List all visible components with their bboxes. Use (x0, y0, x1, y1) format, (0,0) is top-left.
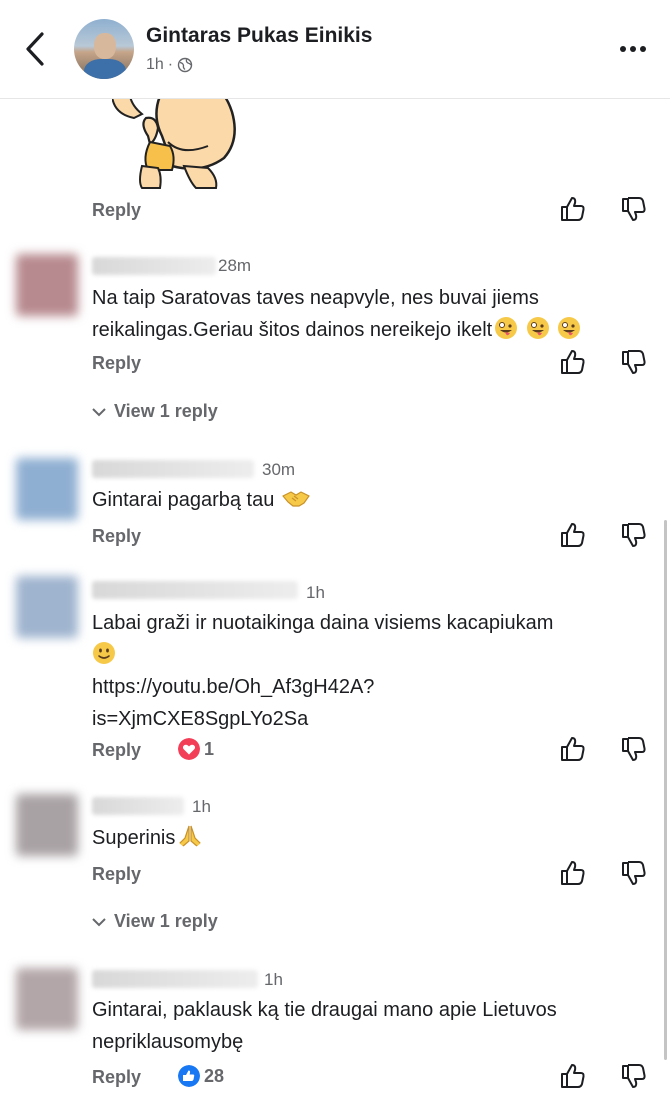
meta-separator: · (167, 56, 174, 73)
reply-button[interactable]: Reply (92, 526, 141, 547)
thumbs-up-icon[interactable] (560, 860, 586, 886)
comment-time: 1h (192, 797, 211, 816)
commenter-name-redacted[interactable] (92, 460, 254, 478)
thumbs-up-icon[interactable] (560, 522, 586, 548)
commenter-avatar[interactable] (16, 254, 78, 316)
comment-time: 30m (262, 460, 296, 479)
comment-text: Na taip Saratovas taves neapvyle, nes bu… (92, 282, 647, 346)
reply-button[interactable]: Reply (92, 200, 141, 221)
comment-text: Superinis (92, 822, 647, 854)
reply-button[interactable]: Reply (92, 864, 141, 885)
view-replies-label: View 1 reply (114, 401, 218, 421)
thumbs-up-icon[interactable] (560, 736, 586, 762)
comment-text: Labai graži ir nuotaikinga daina visiems… (92, 607, 647, 735)
love-reaction-icon (178, 738, 200, 760)
commenter-name-redacted[interactable] (92, 797, 184, 815)
view-replies-button[interactable]: View 1 reply (92, 911, 218, 932)
handshake-emoji-icon (281, 491, 310, 507)
author-name[interactable]: Gintaras Pukas Einikis (146, 24, 372, 48)
thumbs-down-icon[interactable] (621, 522, 647, 548)
post-header: Gintaras Pukas Einikis 1h · (0, 0, 670, 99)
comment-time: 1h (264, 970, 283, 989)
comment-body: Labai graži ir nuotaikinga daina visiems… (92, 612, 554, 634)
chevron-down-icon (92, 407, 106, 416)
globe-icon (177, 57, 193, 73)
commenter-avatar[interactable] (16, 968, 78, 1030)
comment-time: 1h (306, 583, 325, 602)
thumbs-down-icon[interactable] (621, 860, 647, 886)
thumbs-down-icon[interactable] (621, 1063, 647, 1089)
reply-button[interactable]: Reply (92, 1067, 141, 1088)
thumbs-down-icon[interactable] (621, 349, 647, 375)
comment-text: Gintarai pagarbą tau (92, 484, 647, 516)
zany-face-emoji-icon (495, 317, 518, 339)
like-reaction-icon (178, 1065, 200, 1087)
post-meta: 1h · (146, 56, 193, 74)
comment-body: Gintarai pagarbą tau (92, 489, 275, 511)
author-avatar[interactable] (74, 19, 134, 79)
youtube-link-continued[interactable]: is=XjmCXE8SgpLYo2Sa (92, 703, 647, 735)
commenter-avatar[interactable] (16, 794, 78, 856)
commenter-name-redacted[interactable] (92, 581, 298, 599)
thumbs-down-icon[interactable] (621, 196, 647, 222)
reply-button[interactable]: Reply (92, 353, 141, 374)
zany-face-emoji-icon (558, 317, 581, 339)
reaction-summary[interactable]: 1 (178, 738, 214, 760)
view-replies-label: View 1 reply (114, 911, 218, 931)
comment-body: Na taip Saratovas taves neapvyle, nes bu… (92, 287, 539, 341)
commenter-avatar[interactable] (16, 458, 78, 520)
reaction-count: 1 (204, 738, 215, 759)
youtube-link[interactable]: https://youtu.be/Oh_Af3gH42A? (92, 671, 647, 703)
thumbs-down-icon[interactable] (621, 736, 647, 762)
sticker-image (112, 96, 236, 189)
commenter-name-redacted[interactable] (92, 257, 216, 275)
back-arrow-icon[interactable] (22, 28, 50, 70)
thumbs-up-icon[interactable] (560, 349, 586, 375)
folded-hands-emoji-icon (178, 825, 203, 848)
scrollbar[interactable] (664, 520, 667, 1060)
thumbs-up-icon[interactable] (560, 1063, 586, 1089)
slightly-smiling-face-emoji-icon (93, 642, 115, 664)
post-time: 1h (146, 56, 164, 73)
comment-body: Superinis (92, 827, 176, 849)
comment-time: 28m (218, 256, 252, 275)
view-replies-button[interactable]: View 1 reply (92, 401, 218, 422)
commenter-name-redacted[interactable] (92, 970, 258, 988)
reply-button[interactable]: Reply (92, 740, 141, 761)
more-options-icon[interactable] (618, 34, 648, 64)
thumbs-up-icon[interactable] (560, 196, 586, 222)
zany-face-emoji-icon (526, 317, 549, 339)
reaction-summary[interactable]: 28 (178, 1065, 224, 1087)
commenter-avatar[interactable] (16, 576, 78, 638)
reaction-count: 28 (204, 1065, 225, 1086)
comment-text: Gintarai, paklausk ką tie draugai mano a… (92, 999, 557, 1053)
chevron-down-icon (92, 917, 106, 926)
